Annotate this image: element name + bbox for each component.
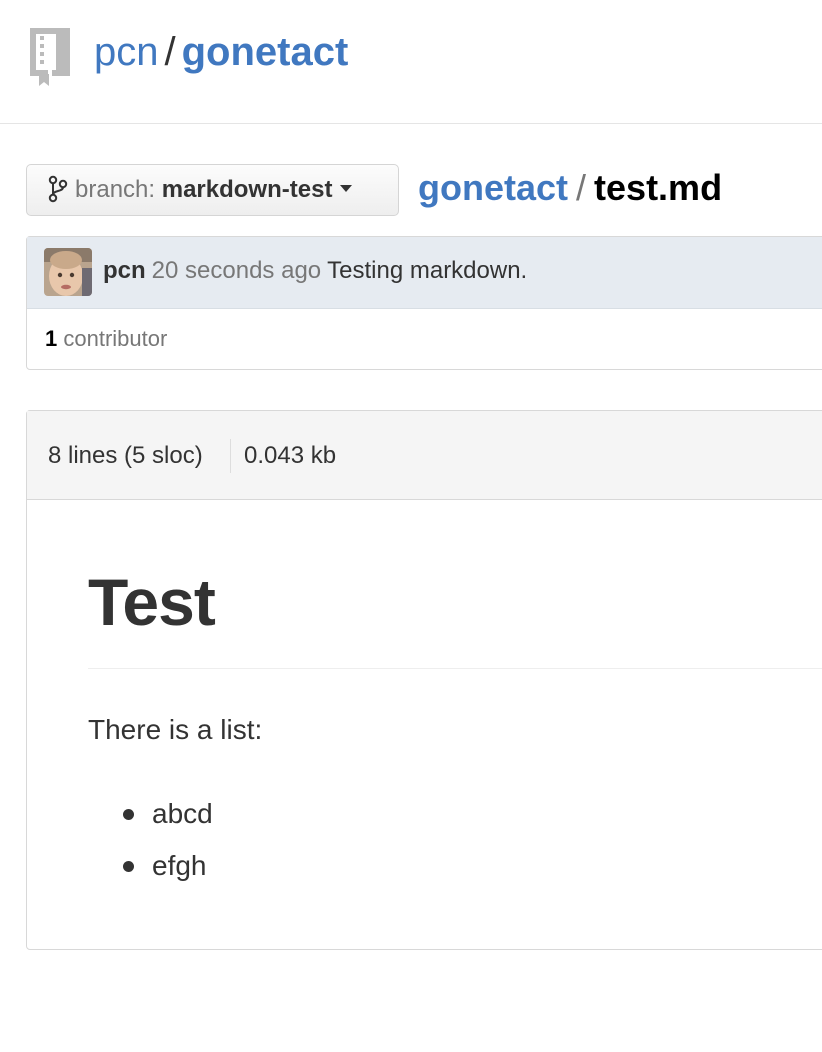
avatar[interactable] (44, 248, 92, 296)
git-branch-icon (48, 175, 68, 202)
file-line-count: 8 lines (5 sloc) (48, 442, 203, 469)
branch-prefix: branch: (75, 176, 156, 203)
contributor-label: contributor (63, 326, 168, 351)
commit-tease: pcn 20 seconds ago Testing markdown. (27, 237, 822, 309)
branch-name: markdown-test (161, 176, 333, 203)
markdown-list: abcd efgh (88, 788, 213, 892)
markdown-heading: Test (88, 565, 216, 639)
contributors-link[interactable]: 1 contributor (27, 309, 822, 369)
list-item: abcd (88, 788, 213, 840)
breadcrumb-repo-link[interactable]: gonetact (418, 167, 568, 208)
file-size: 0.043 kb (244, 442, 337, 469)
heading-rule (88, 668, 822, 669)
repo-header: pcn / gonetact (0, 0, 822, 124)
breadcrumb-separator: / (576, 167, 587, 208)
contributor-count: 1 (45, 326, 58, 351)
commit-time: 20 seconds ago (151, 257, 322, 284)
file-breadcrumb: gonetact / test.md (418, 164, 722, 212)
commit-summary: pcn 20 seconds ago Testing markdown. (103, 255, 527, 287)
commit-message-link[interactable]: Testing markdown. (327, 257, 527, 284)
repo-name-link[interactable]: gonetact (182, 30, 349, 74)
file-info-divider (230, 439, 231, 473)
repo-owner-link[interactable]: pcn (94, 30, 159, 74)
bullet-icon (123, 861, 134, 872)
commit-info-box: pcn 20 seconds ago Testing markdown. 1 con… (26, 236, 822, 370)
repo-book-icon (30, 28, 70, 86)
branch-select-button[interactable]: branch: markdown-test (26, 164, 399, 216)
file-header: 8 lines (5 sloc) 0.043 kb (27, 411, 822, 500)
file-box: 8 lines (5 sloc) 0.043 kb Test There is … (26, 410, 822, 950)
bullet-icon (123, 809, 134, 820)
repo-path-separator: / (164, 30, 176, 74)
chevron-down-icon (340, 185, 353, 193)
list-item: efgh (88, 840, 213, 892)
breadcrumb-file-name: test.md (594, 167, 723, 208)
repo-title: pcn / gonetact (94, 28, 348, 76)
list-item-text: abcd (152, 798, 213, 829)
commit-author-link[interactable]: pcn (103, 257, 146, 284)
avatar-image (44, 248, 92, 296)
markdown-paragraph: There is a list: (88, 714, 263, 745)
list-item-text: efgh (152, 850, 207, 881)
